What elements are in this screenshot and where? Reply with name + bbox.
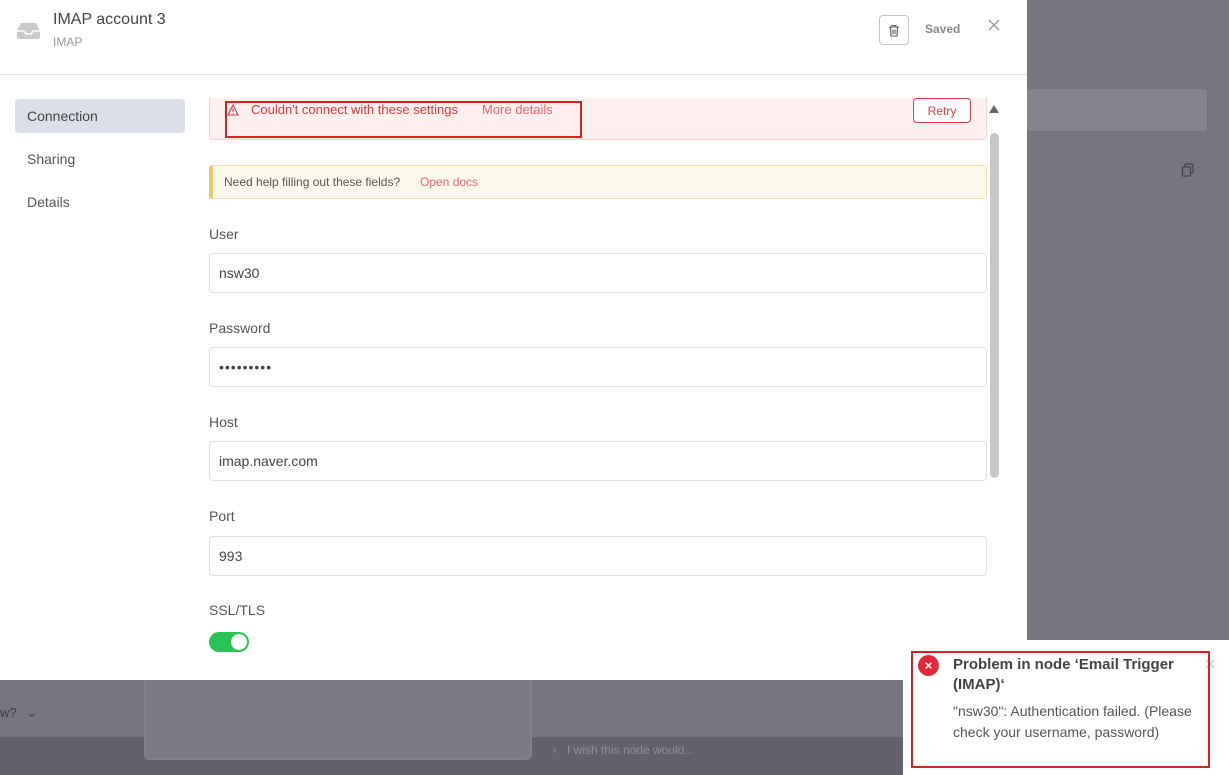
close-icon[interactable] xyxy=(986,17,1002,33)
feedback-hint: ♀ I wish this node would... xyxy=(550,743,694,757)
help-callout: Need help filling out these fields? Open… xyxy=(209,165,987,199)
background-left-text: w? ⌄ xyxy=(0,705,37,721)
sidebar-item-label: Connection xyxy=(27,108,98,124)
user-label: User xyxy=(209,226,239,242)
user-input[interactable]: nsw30 xyxy=(209,253,987,293)
error-highlight-box xyxy=(225,101,582,138)
modal-subtitle: IMAP xyxy=(53,35,83,49)
toast-highlight-box xyxy=(911,651,1210,768)
sidebar-item-sharing[interactable]: Sharing xyxy=(15,142,185,176)
sidebar-item-connection[interactable]: Connection xyxy=(15,99,185,133)
password-input[interactable]: ••••••••• xyxy=(209,347,987,387)
chevron-down-icon: ⌄ xyxy=(26,705,38,720)
background-left-fragment: w? xyxy=(0,705,17,720)
sidebar-item-details[interactable]: Details xyxy=(15,185,185,219)
ssl-label: SSL/TLS xyxy=(209,602,266,618)
toggle-knob xyxy=(231,634,247,650)
port-input[interactable]: 993 xyxy=(209,536,987,576)
background-panel xyxy=(144,680,532,760)
lightbulb-icon: ♀ xyxy=(550,743,559,757)
password-label: Password xyxy=(209,320,271,336)
background-bar xyxy=(1027,89,1207,131)
modal-title: IMAP account 3 xyxy=(53,11,166,28)
credential-modal: IMAP account 3 IMAP Saved Connection Sha… xyxy=(0,0,1027,680)
port-label: Port xyxy=(209,508,235,524)
sidebar-item-label: Details xyxy=(27,194,70,210)
sidebar-item-label: Sharing xyxy=(27,151,76,167)
scrollbar-thumb[interactable] xyxy=(990,133,999,478)
scroll-up-arrow-icon[interactable] xyxy=(989,105,999,113)
saved-status: Saved xyxy=(925,22,961,36)
host-input[interactable]: imap.naver.com xyxy=(209,441,987,481)
feedback-hint-text: I wish this node would... xyxy=(567,743,695,757)
inbox-icon xyxy=(17,23,40,39)
open-docs-link[interactable]: Open docs xyxy=(420,175,478,189)
host-label: Host xyxy=(209,414,238,430)
help-text: Need help filling out these fields? xyxy=(224,175,401,189)
retry-button[interactable]: Retry xyxy=(913,98,971,123)
modal-header: IMAP account 3 IMAP Saved xyxy=(0,0,1027,75)
ssl-toggle[interactable] xyxy=(209,632,249,652)
delete-button[interactable] xyxy=(879,15,909,45)
trash-icon xyxy=(889,24,899,37)
copy-icon xyxy=(1181,163,1194,177)
